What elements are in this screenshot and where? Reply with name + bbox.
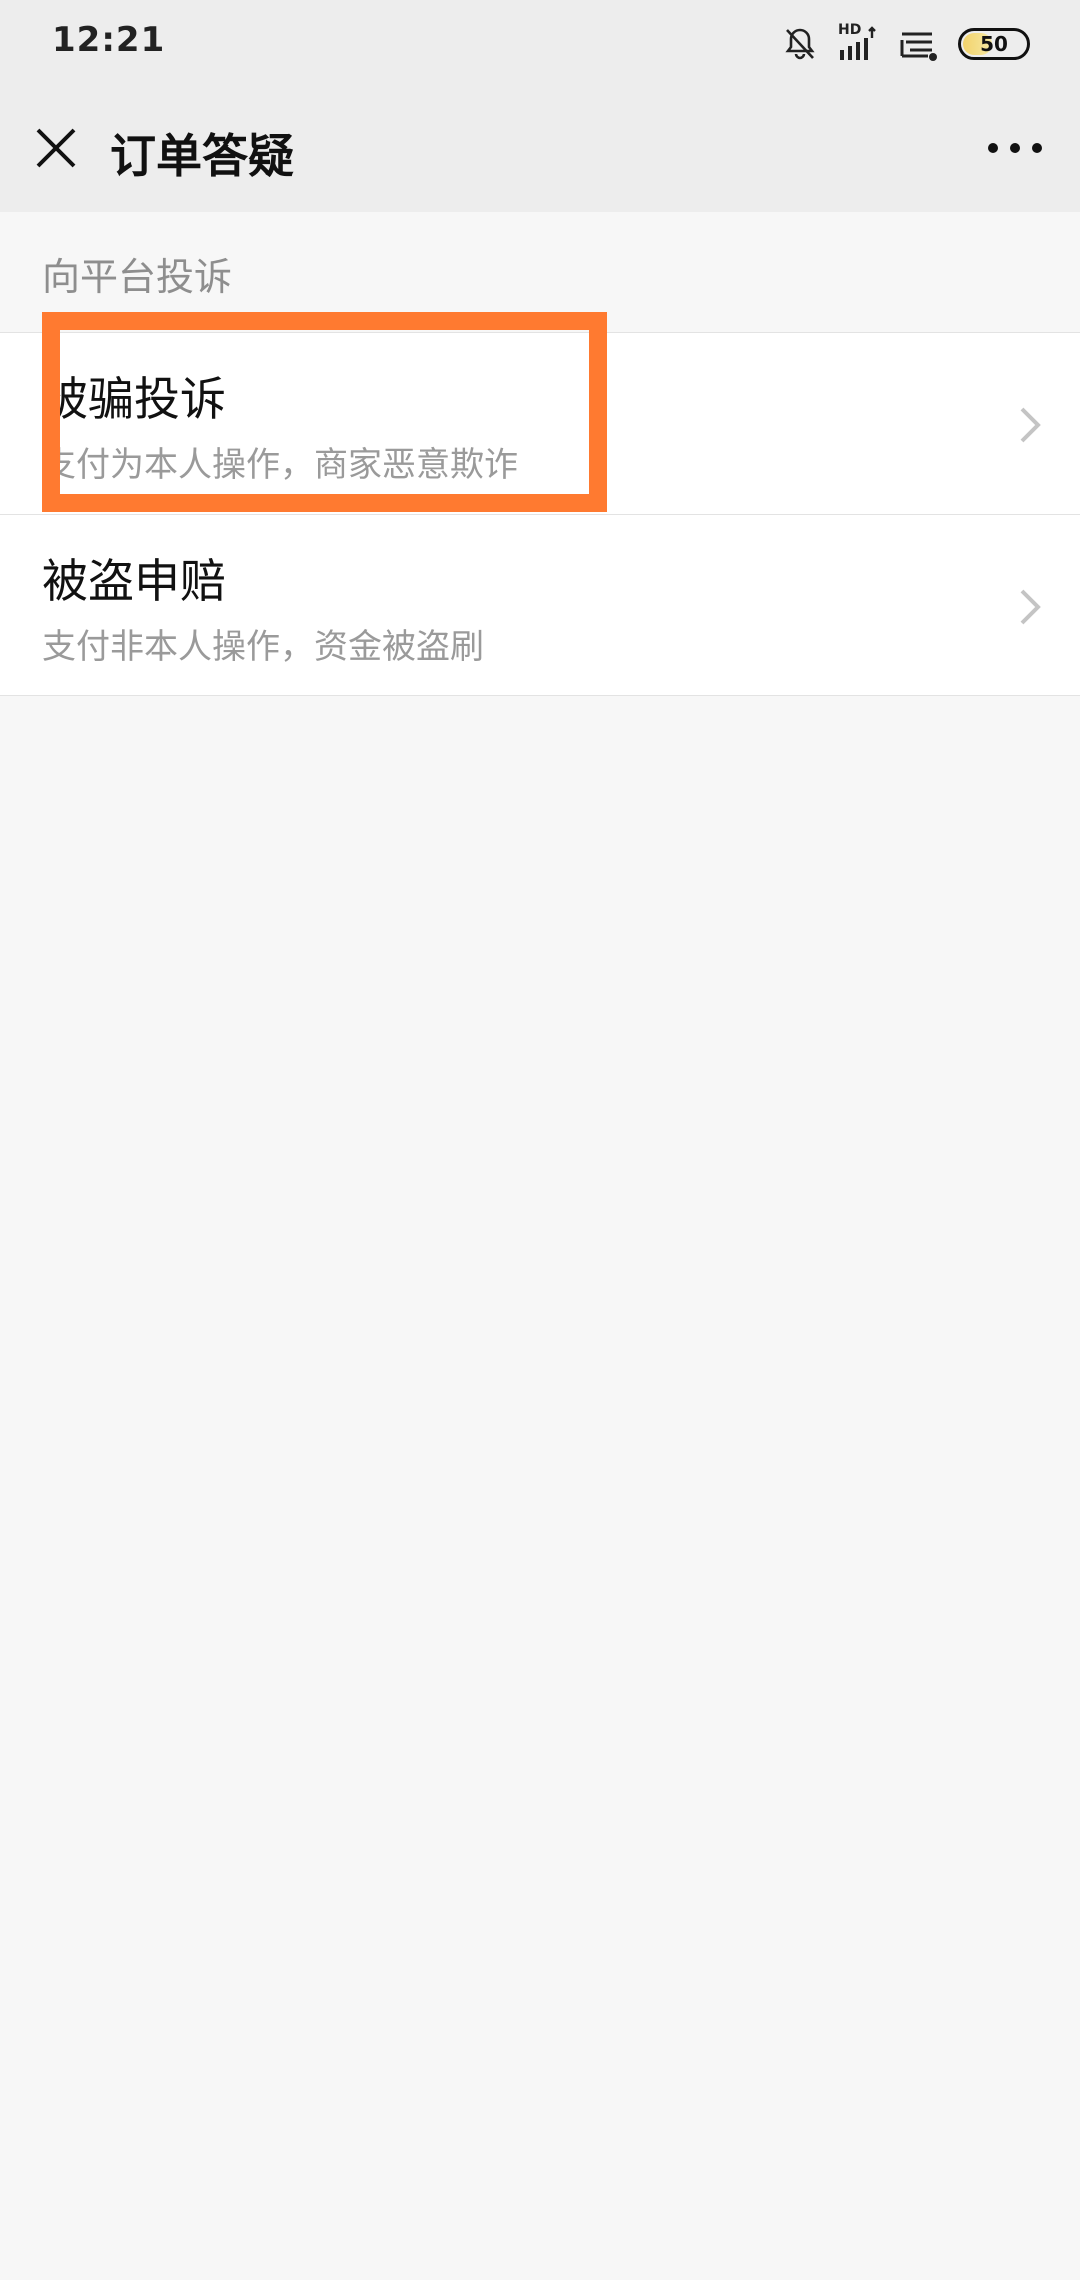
more-button[interactable] [978, 118, 1052, 178]
section-header: 向平台投诉 [42, 255, 233, 299]
item-title: 被骗投诉 [42, 372, 226, 426]
page-title: 订单答疑 [110, 129, 294, 183]
item-subtitle: 支付非本人操作，资金被盗刷 [42, 627, 484, 667]
battery-level: 50 [980, 32, 1008, 56]
close-button[interactable] [26, 118, 86, 178]
wifi-icon [898, 26, 938, 62]
item-title: 被盗申赔 [42, 554, 226, 608]
status-bar: 12:21 HD 50 [0, 0, 1080, 88]
bell-muted-icon [782, 26, 818, 62]
close-icon [36, 128, 76, 168]
chevron-right-icon [1020, 589, 1041, 625]
status-time: 12:21 [52, 20, 166, 60]
complaint-list: 被骗投诉 支付为本人操作，商家恶意欺诈 被盗申赔 支付非本人操作，资金被盗刷 [0, 332, 1080, 696]
status-icons: HD 50 [782, 22, 1030, 64]
list-item-theft-claim[interactable]: 被盗申赔 支付非本人操作，资金被盗刷 [0, 514, 1080, 695]
more-dots-icon [988, 143, 1042, 153]
chevron-right-icon [1020, 407, 1041, 443]
item-subtitle: 支付为本人操作，商家恶意欺诈 [42, 445, 518, 485]
title-bar: 订单答疑 [0, 88, 1080, 212]
signal-hd-icon: HD [838, 22, 878, 62]
list-item-fraud-complaint[interactable]: 被骗投诉 支付为本人操作，商家恶意欺诈 [0, 333, 1080, 514]
battery-icon: 50 [958, 28, 1030, 60]
